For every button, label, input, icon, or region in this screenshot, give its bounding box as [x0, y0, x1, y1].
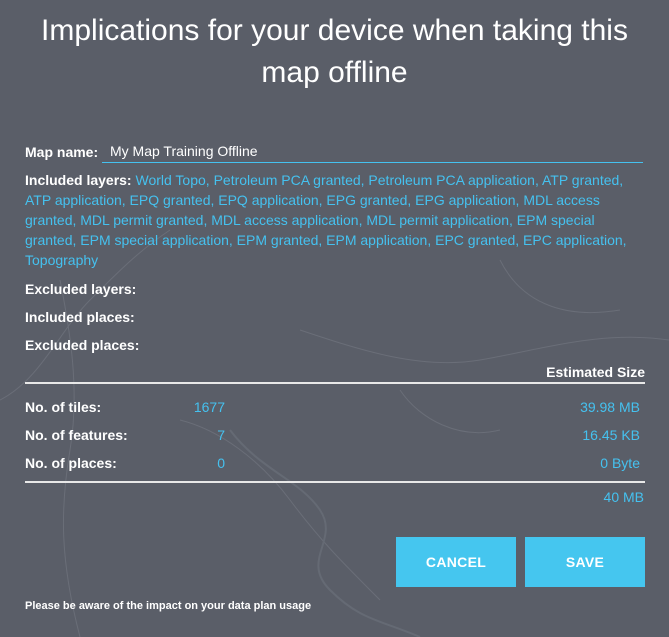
save-button[interactable]: SAVE — [525, 537, 645, 587]
stat-size: 39.98 MB — [580, 399, 640, 415]
stat-label: No. of features: — [25, 427, 128, 443]
dialog-title: Implications for your device when taking… — [41, 14, 628, 89]
stat-count: 0 — [217, 455, 225, 471]
stat-row-tiles: No. of tiles: 1677 39.98 MB — [25, 399, 640, 419]
stat-size: 16.45 KB — [582, 427, 640, 443]
stat-row-places: No. of places: 0 0 Byte — [25, 455, 640, 475]
included-layers-label: Included layers: — [25, 172, 132, 188]
stat-label: No. of places: — [25, 455, 117, 471]
estimated-size-header: Estimated Size — [546, 364, 645, 380]
map-name-label: Map name: — [25, 144, 99, 160]
divider-bottom — [25, 481, 645, 483]
divider-top — [25, 382, 645, 384]
map-name-input[interactable] — [102, 141, 643, 163]
included-places-label: Included places: — [25, 309, 135, 325]
included-layers-row: Included layers: World Topo, Petroleum P… — [25, 170, 645, 270]
stat-count: 1677 — [193, 399, 225, 415]
data-plan-footnote: Please be aware of the impact on your da… — [25, 600, 312, 612]
stat-row-features: No. of features: 7 16.45 KB — [25, 427, 640, 447]
total-size: 40 MB — [603, 489, 644, 505]
stat-count: 7 — [217, 427, 225, 443]
cancel-button[interactable]: CANCEL — [396, 537, 516, 587]
stat-size: 0 Byte — [600, 455, 640, 471]
map-name-row: Map name: — [25, 141, 643, 167]
excluded-places-label: Excluded places: — [25, 337, 140, 353]
excluded-layers-label: Excluded layers: — [25, 281, 137, 297]
offline-map-dialog: Implications for your device when taking… — [0, 0, 669, 637]
stat-label: No. of tiles: — [25, 399, 102, 415]
